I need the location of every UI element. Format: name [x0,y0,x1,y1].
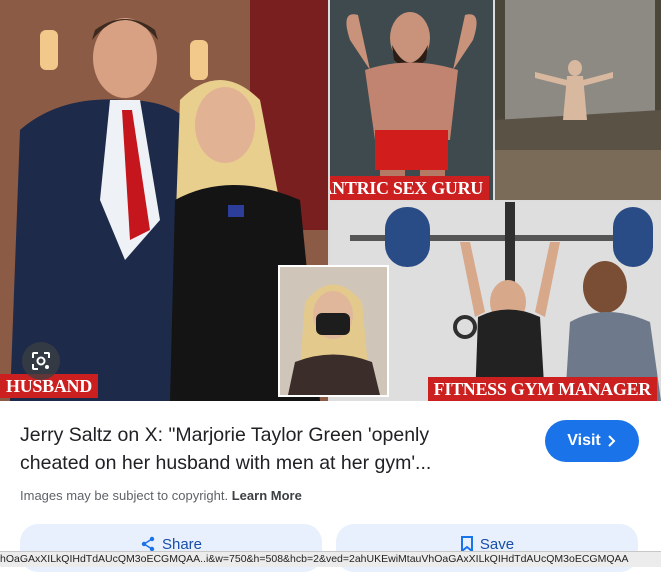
copyright-notice: Images may be subject to copyright. Lear… [20,488,302,503]
caption-gym: FITNESS GYM MANAGER [427,377,657,401]
result-title-line-2[interactable]: cheated on her husband with men at her g… [20,449,520,477]
share-icon [141,536,155,552]
lens-search-button[interactable] [22,342,60,380]
caption-guru: TANTRIC SEX GURU [330,176,489,200]
status-bar-url: hOaGAxXILkQIHdTdAUcQM3oECGMQAA..i&w=750&… [0,551,661,567]
lens-icon [32,352,50,370]
photo-waterfall [495,0,661,200]
bookmark-icon [460,536,473,552]
result-title[interactable]: Jerry Saltz on X: "Marjorie Taylor Green… [20,421,520,477]
chevron-right-icon [608,435,616,447]
photo-guru: TANTRIC SEX GURU [330,0,493,200]
image-preview[interactable]: HUSBAND TANTRIC SEX GURU [0,0,661,401]
learn-more-link[interactable]: Learn More [232,488,302,503]
visit-label: Visit [567,432,601,449]
photo-guru-art [330,0,493,200]
visit-button[interactable]: Visit [545,420,639,462]
photo-inset-art [280,267,387,395]
photo-inset-mask [278,265,389,397]
result-title-line-1[interactable]: Jerry Saltz on X: "Marjorie Taylor Green… [20,421,520,449]
photo-waterfall-art [495,0,661,200]
copyright-text: Images may be subject to copyright. [20,488,229,503]
